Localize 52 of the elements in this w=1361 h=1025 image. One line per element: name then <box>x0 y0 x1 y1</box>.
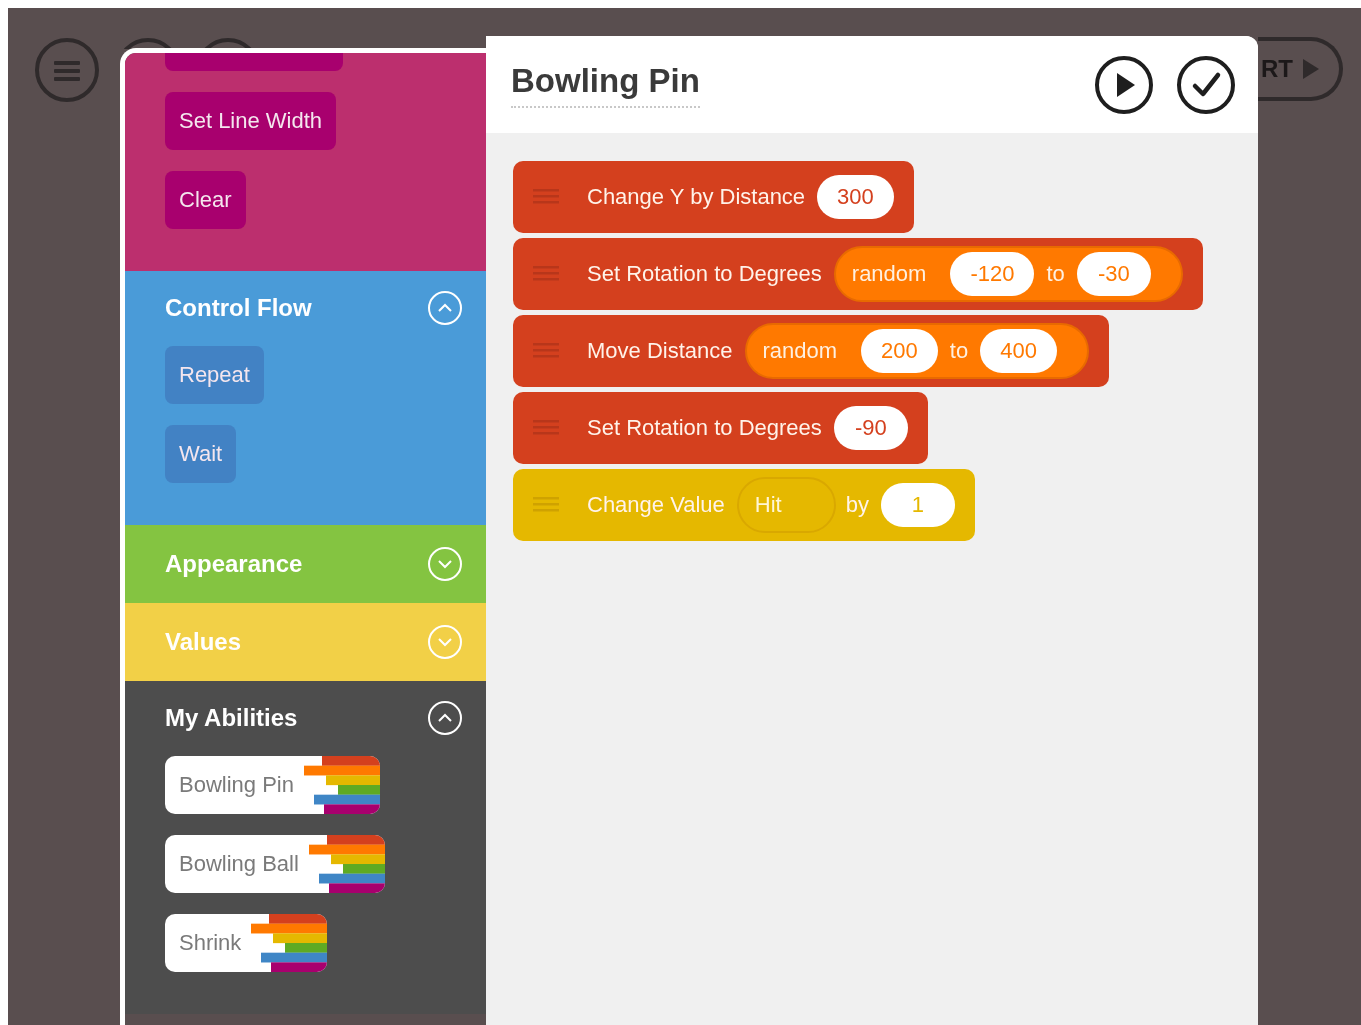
ability-block[interactable]: Bowling Ball <box>165 835 385 893</box>
number-input[interactable]: 400 <box>980 329 1057 373</box>
drag-handle-icon[interactable] <box>533 341 559 361</box>
palette-block[interactable]: Repeat <box>165 346 264 404</box>
drag-handle-icon[interactable] <box>533 264 559 284</box>
ability-block[interactable]: Bowling Pin <box>165 756 380 814</box>
palette-block[interactable]: Set Line Width <box>165 92 337 150</box>
code-block[interactable]: Change Y by Distance 300 <box>513 161 914 233</box>
to-label: to <box>949 338 969 364</box>
random-label: random <box>851 261 927 287</box>
number-input[interactable]: 1 <box>880 483 955 527</box>
check-icon[interactable] <box>1176 54 1236 115</box>
expand-icon[interactable] <box>428 625 462 659</box>
block-label: Change Y by Distance <box>587 184 806 210</box>
rainbow-stripes-icon <box>308 835 385 893</box>
to-label: to <box>1046 261 1065 287</box>
category-title: Control Flow <box>165 294 312 322</box>
palette-block[interactable]: Wait <box>165 425 237 483</box>
category-title: My Abilities <box>165 704 298 732</box>
block-label: by <box>845 492 869 518</box>
number-input[interactable]: -90 <box>833 406 908 450</box>
rainbow-stripes-icon <box>303 756 380 814</box>
number-input[interactable]: 300 <box>817 175 894 219</box>
category-title: Values <box>165 628 242 656</box>
rainbow-stripes-icon <box>251 914 328 972</box>
drag-handle-icon[interactable] <box>533 418 559 438</box>
block-label: Set Rotation to Degrees <box>587 261 822 287</box>
block-label: Move Distance <box>587 338 733 364</box>
number-input[interactable]: -120 <box>950 252 1035 296</box>
category-title: Appearance <box>165 550 303 578</box>
expand-icon[interactable] <box>428 547 462 581</box>
code-block[interactable]: Set Rotation to Degrees random -120 to -30 <box>513 238 1203 310</box>
number-input[interactable]: 200 <box>861 329 938 373</box>
play-icon[interactable] <box>1094 54 1154 115</box>
ability-block[interactable]: Shrink <box>165 914 328 972</box>
number-input[interactable]: -30 <box>1076 252 1151 296</box>
code-block[interactable]: Change Value Hit by 1 <box>513 469 975 541</box>
variable-dropdown[interactable]: Hit <box>736 477 836 533</box>
code-block[interactable]: Move Distance random 200 to 400 <box>513 315 1109 387</box>
random-label: random <box>762 338 838 364</box>
play-icon <box>1303 59 1319 79</box>
code-block[interactable]: Set Rotation to Degrees -90 <box>513 392 928 464</box>
palette-block[interactable]: Clear <box>165 171 246 229</box>
ability-title: Bowling Pin <box>511 61 700 108</box>
drag-handle-icon[interactable] <box>533 187 559 207</box>
collapse-icon[interactable] <box>428 701 462 735</box>
random-block[interactable]: random -120 to -30 <box>833 246 1183 302</box>
random-block[interactable]: random 200 to 400 <box>744 323 1089 379</box>
block-label: Set Rotation to Degrees <box>587 415 822 441</box>
block-label: Change Value <box>587 492 725 518</box>
menu-icon <box>54 59 80 81</box>
menu-button[interactable] <box>35 38 99 102</box>
